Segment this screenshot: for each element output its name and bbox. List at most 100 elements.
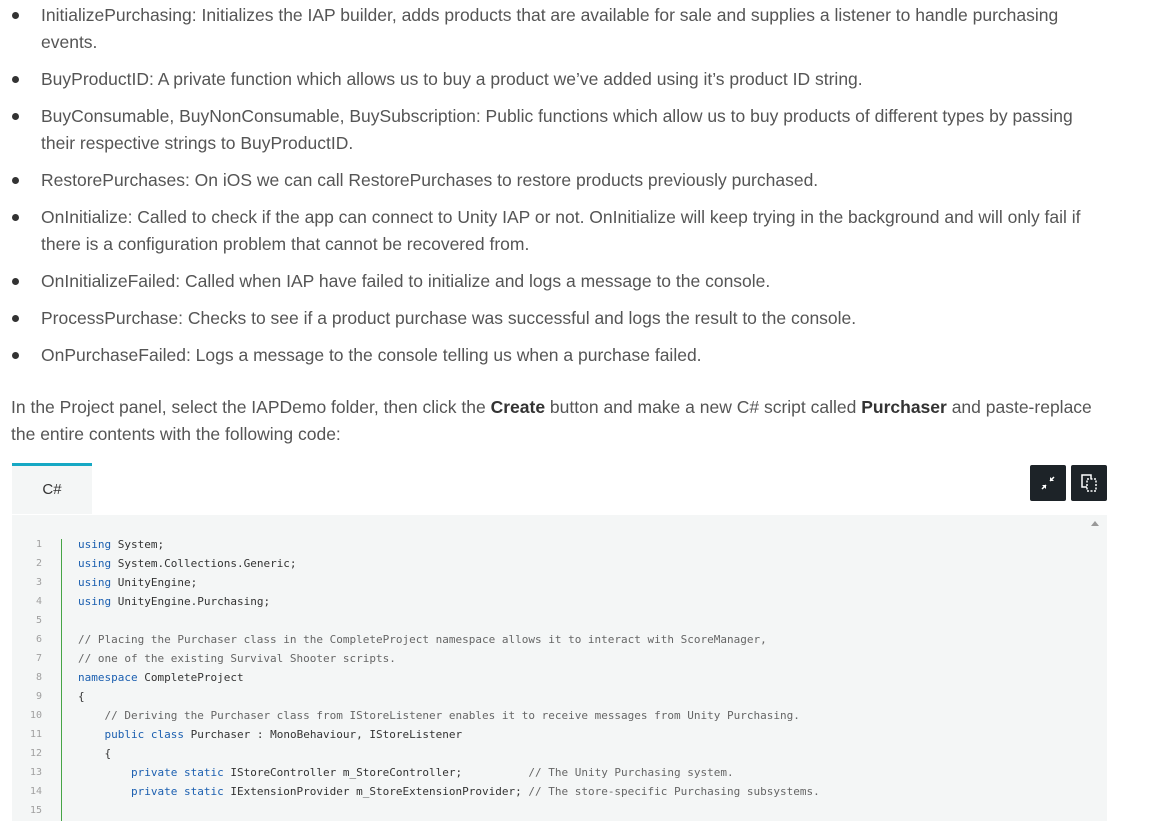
code-block[interactable]: 1 2 3 4 5 6 7 8 9 10 11 12 13 14 15 using System; using… (12, 515, 1107, 821)
list-item: ProcessPurchase: Checks to see if a prod… (12, 305, 1101, 332)
collapse-button[interactable] (1030, 465, 1066, 501)
code-kw: private static (130, 766, 224, 779)
code-text: CompleteProject (137, 671, 244, 684)
list-item-text: InitializePurchasing: Initializes the IA… (41, 5, 1059, 25)
code-kw: namespace (78, 671, 138, 684)
instructions-text: button and make a new C# script called (545, 397, 862, 417)
list-item-text: OnPurchaseFailed: Logs a message to the … (41, 345, 702, 365)
list-item-text: events. (41, 32, 98, 52)
code-kw: using (78, 576, 112, 589)
line-number: 7 (35, 653, 42, 664)
list-item-text: there is a configuration problem that ca… (41, 234, 530, 254)
list-item-text: BuyConsumable, BuyNonConsumable, BuySubs… (41, 106, 1073, 126)
line-number: 9 (35, 691, 42, 702)
bullet-dot (12, 315, 19, 322)
code-comment: // Placing the Purchaser class in the Co… (78, 633, 767, 646)
gutter-divider (61, 539, 62, 821)
line-numbers: 1 2 3 4 5 6 7 8 9 10 11 12 13 14 15 (12, 535, 42, 820)
code-text: UnityEngine; (111, 576, 198, 589)
instructions-text: In the Project panel, select the IAPDemo… (11, 397, 491, 417)
code-kw: using (78, 557, 112, 570)
line-number: 3 (35, 577, 42, 588)
code-line: using UnityEngine; (78, 573, 820, 592)
code-kw: private static (130, 785, 224, 798)
scroll-up-arrow-icon[interactable] (1091, 521, 1099, 526)
code-kw: public class (104, 728, 184, 741)
bullet-dot (12, 113, 19, 120)
code-text: { (104, 747, 112, 760)
line-number: 10 (29, 710, 42, 721)
line-number: 11 (29, 729, 42, 740)
list-item-text: their respective strings to BuyProductID… (41, 133, 354, 153)
code-text: System.Collections.Generic; (111, 557, 297, 570)
line-number: 15 (29, 805, 42, 816)
list-item: InitializePurchasing: Initializes the IA… (12, 2, 1101, 56)
code-text: UnityEngine.Purchasing; (111, 595, 271, 608)
code-line: using System; (78, 535, 820, 554)
code-comment: // The Unity Purchasing system. (528, 766, 734, 779)
code-comment: // one of the existing Survival Shooter … (78, 652, 396, 665)
code-line: private static IStoreController m_StoreC… (78, 763, 820, 782)
line-number: 1 (35, 539, 42, 550)
line-number: 8 (35, 672, 42, 683)
line-number: 5 (35, 615, 42, 626)
bullet-dot (12, 352, 19, 359)
code-kw: using (78, 595, 112, 608)
bullet-dot (12, 278, 19, 285)
list-item-text: ProcessPurchase: Checks to see if a prod… (41, 308, 857, 328)
code-line: { (78, 744, 820, 763)
list-item-text: RestorePurchases: On iOS we can call Res… (41, 170, 819, 190)
line-number: 2 (35, 558, 42, 569)
code-text: Purchaser : MonoBehaviour, IStoreListene… (183, 728, 463, 741)
code-line: public class Purchaser : MonoBehaviour, … (78, 725, 820, 744)
list-item-text: OnInitializeFailed: Called when IAP have… (41, 271, 771, 291)
instructions-text: the entire contents with the following c… (11, 424, 341, 444)
code-comment: // Deriving the Purchaser class from ISt… (104, 709, 800, 722)
line-number: 14 (29, 786, 42, 797)
code-line: using System.Collections.Generic; (78, 554, 820, 573)
line-number: 4 (35, 596, 42, 607)
code-line: namespace CompleteProject (78, 668, 820, 687)
list-item-text: BuyProductID: A private function which a… (41, 69, 863, 89)
purchaser-keyword: Purchaser (861, 397, 947, 417)
code-kw: using (78, 538, 112, 551)
bullet-dot (12, 177, 19, 184)
bullet-dot (12, 12, 19, 19)
code-line: // Placing the Purchaser class in the Co… (78, 630, 820, 649)
list-item: BuyProductID: A private function which a… (12, 66, 1101, 93)
instructions-paragraph: In the Project panel, select the IAPDemo… (11, 394, 1101, 448)
code-text: IExtensionProvider m_StoreExtensionProvi… (223, 785, 529, 798)
list-item: OnInitialize: Called to check if the app… (12, 204, 1101, 258)
list-item: OnPurchaseFailed: Logs a message to the … (12, 342, 1101, 369)
bullet-dot (12, 76, 19, 83)
code-text: { (78, 690, 85, 703)
code-block-header: C# (12, 463, 1107, 515)
code-line: // Deriving the Purchaser class from ISt… (78, 706, 820, 725)
line-number: 13 (29, 767, 42, 778)
collapse-arrows-icon (1041, 476, 1055, 490)
code-text: IStoreController m_StoreController; (223, 766, 529, 779)
line-number: 6 (35, 634, 42, 645)
code-line: private static IExtensionProvider m_Stor… (78, 782, 820, 801)
create-keyword: Create (490, 397, 546, 417)
tab-csharp[interactable]: C# (12, 463, 92, 514)
line-number: 12 (29, 748, 42, 759)
code-line: using UnityEngine.Purchasing; (78, 592, 820, 611)
code-lines[interactable]: using System; using System.Collections.Ge… (78, 535, 820, 820)
bullet-dot (12, 214, 19, 221)
code-text: System; (111, 538, 165, 551)
list-item: OnInitializeFailed: Called when IAP have… (12, 268, 1101, 295)
list-item: BuyConsumable, BuyNonConsumable, BuySubs… (12, 103, 1101, 157)
copy-icon (1081, 474, 1097, 492)
code-line: { (78, 687, 820, 706)
code-line: // one of the existing Survival Shooter … (78, 649, 820, 668)
copy-button[interactable] (1071, 465, 1107, 501)
list-item: RestorePurchases: On iOS we can call Res… (12, 167, 1101, 194)
